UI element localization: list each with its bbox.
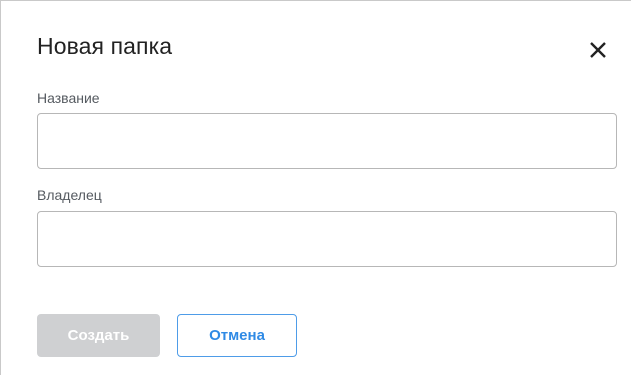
new-folder-dialog: Новая папка Название Владелец Создать От… bbox=[0, 0, 631, 375]
close-button[interactable] bbox=[586, 38, 610, 62]
cancel-button[interactable]: Отмена bbox=[177, 314, 297, 357]
owner-input[interactable] bbox=[37, 211, 617, 267]
close-icon bbox=[590, 42, 606, 58]
create-button[interactable]: Создать bbox=[37, 314, 160, 357]
name-input[interactable] bbox=[37, 113, 617, 169]
owner-field-label: Владелец bbox=[37, 187, 102, 203]
name-field-label: Название bbox=[37, 90, 100, 106]
dialog-title: Новая папка bbox=[37, 33, 173, 59]
